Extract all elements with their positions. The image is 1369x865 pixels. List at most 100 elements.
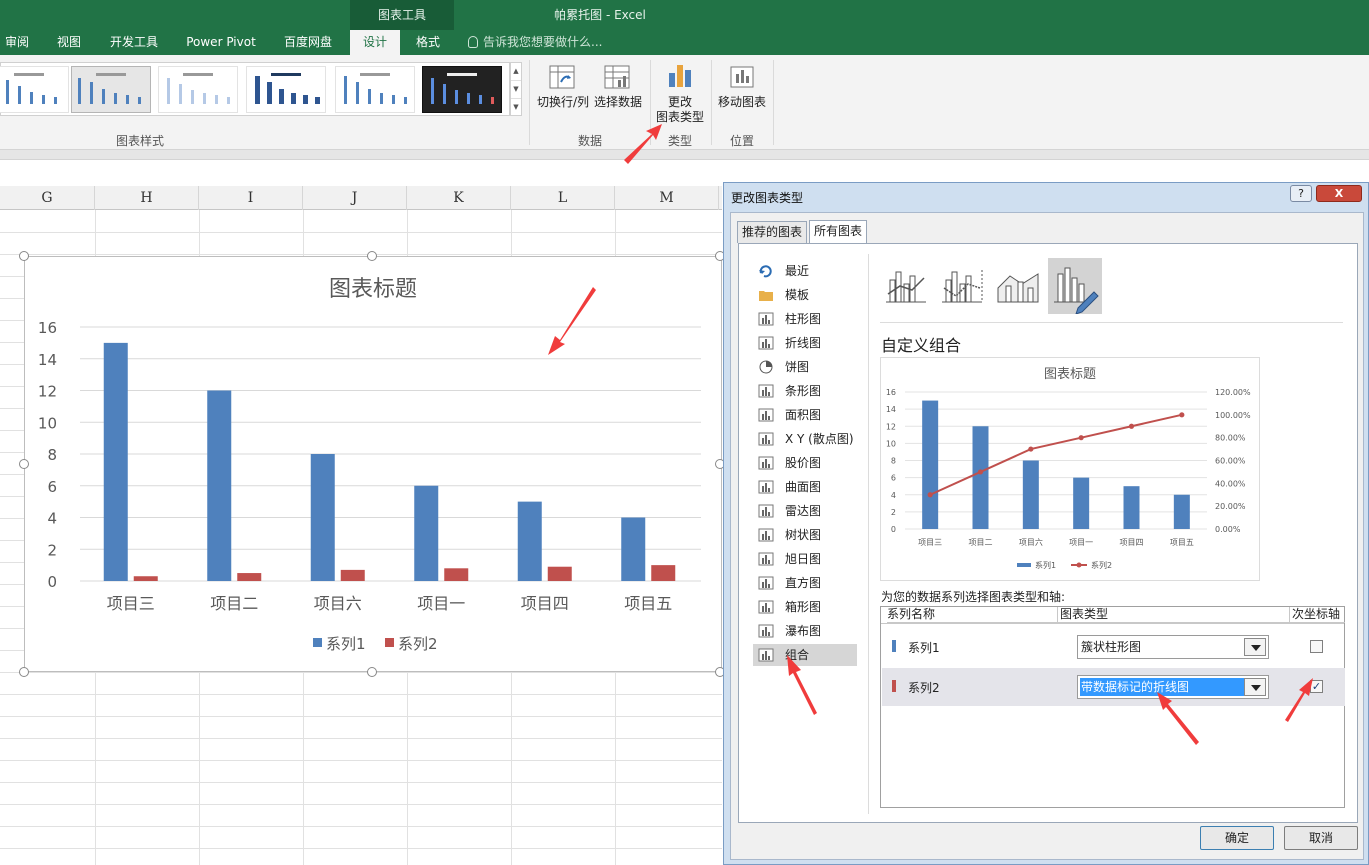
category-最近[interactable]: 最近 — [753, 260, 857, 282]
y-tick-label: 8 — [47, 446, 57, 464]
chart-style-thumb-4[interactable] — [246, 66, 326, 113]
chart-style-thumb-5[interactable] — [335, 66, 415, 113]
preview-y-tick-label: 0 — [891, 525, 896, 534]
series-row[interactable]: 系列1 簇状柱形图 — [882, 628, 1345, 666]
column-header-L[interactable]: L — [511, 186, 615, 210]
secondary-axis-checkbox[interactable]: ✓ — [1310, 680, 1323, 693]
resize-handle[interactable] — [19, 459, 29, 469]
tell-me-text: 告诉我您想要做什么... — [483, 35, 603, 49]
select-data-button[interactable]: 选择数据 — [592, 95, 644, 110]
bar-系列2-项目四 — [547, 566, 572, 581]
category-X Y (散点图)[interactable]: X Y (散点图) — [753, 428, 857, 450]
help-button[interactable]: ? — [1290, 185, 1312, 202]
category-柱形图[interactable]: 柱形图 — [753, 308, 857, 330]
col-secondary-axis: 次坐标轴 — [1289, 607, 1345, 623]
column-header-I[interactable]: I — [199, 186, 303, 210]
column-header-M[interactable]: M — [615, 186, 719, 210]
series-chart-type-select[interactable]: 簇状柱形图 — [1077, 635, 1269, 659]
y-tick-label: 10 — [38, 414, 57, 432]
switch-row-column-button[interactable]: 切换行/列 — [535, 95, 591, 110]
series-chart-type-select[interactable]: 带数据标记的折线图 — [1077, 675, 1269, 699]
chart-tools-context-label: 图表工具 — [350, 0, 454, 30]
gallery-down-icon[interactable]: ▼ — [511, 81, 521, 99]
category-树状图[interactable]: 树状图 — [753, 524, 857, 546]
chart-style-thumb-1[interactable] — [0, 66, 69, 113]
gallery-scroll[interactable]: ▲ ▼ ▼ — [510, 62, 522, 116]
tab-Power Pivot[interactable]: Power Pivot — [176, 30, 266, 55]
gallery-more-icon[interactable]: ▼ — [511, 99, 521, 117]
icon-bar — [768, 536, 770, 540]
resize-handle[interactable] — [19, 251, 29, 261]
lightbulb-icon — [468, 36, 478, 48]
column-header-G[interactable]: G — [0, 186, 95, 210]
cancel-button[interactable]: 取消 — [1284, 826, 1358, 850]
tab-百度网盘[interactable]: 百度网盘 — [274, 30, 342, 55]
category-折线图[interactable]: 折线图 — [753, 332, 857, 354]
resize-handle[interactable] — [19, 667, 29, 677]
resize-handle[interactable] — [367, 251, 377, 261]
preview-y-tick-label: 8 — [891, 457, 896, 466]
ribbon-separator — [773, 60, 774, 145]
switch-row-column-icon — [549, 65, 575, 89]
gallery-up-icon[interactable]: ▲ — [511, 63, 521, 81]
ribbon: ▲ ▼ ▼ 图表样式 切换行/列 选择数据 数据 更改 图表类型 类型 移动图表… — [0, 55, 1369, 150]
tab-开发工具[interactable]: 开发工具 — [100, 30, 168, 55]
change-chart-type-button[interactable]: 更改 图表类型 — [652, 95, 708, 125]
grid-line — [0, 848, 722, 849]
combo-subtype-custom-icon[interactable] — [1048, 258, 1102, 314]
icon-bar — [762, 510, 764, 516]
chart-style-thumb-2[interactable] — [71, 66, 151, 113]
series-name: 系列2 — [908, 681, 940, 695]
column-header-K[interactable]: K — [407, 186, 511, 210]
chart-title[interactable]: 图表标题 — [329, 277, 417, 302]
category-组合[interactable]: 组合 — [753, 644, 857, 666]
category-模板[interactable]: 模板 — [753, 284, 857, 306]
tab-视图[interactable]: 视图 — [44, 30, 94, 55]
bar-系列1-项目三 — [103, 342, 128, 581]
category-雷达图[interactable]: 雷达图 — [753, 500, 857, 522]
bar-系列1-项目五 — [621, 517, 646, 581]
tab-格式[interactable]: 格式 — [405, 30, 451, 55]
chevron-down-icon[interactable] — [1244, 638, 1266, 656]
chevron-down-icon[interactable] — [1244, 678, 1266, 696]
category-箱形图[interactable]: 箱形图 — [753, 596, 857, 618]
column-header-H[interactable]: H — [95, 186, 199, 210]
category-直方图[interactable]: 直方图 — [753, 572, 857, 594]
preview-legend-marker — [1076, 562, 1082, 568]
sheet-chart[interactable]: 图表标题 0 2 4 6 8 10 12 14 16 项目三 项目二 项目六 项目一 项目四 项目五 系列… — [24, 256, 722, 672]
ok-button[interactable]: 确定 — [1200, 826, 1274, 850]
category-股价图[interactable]: 股价图 — [753, 452, 857, 474]
tell-me-search[interactable]: 告诉我您想要做什么... — [468, 30, 602, 55]
category-瀑布图[interactable]: 瀑布图 — [753, 620, 857, 642]
tab-设计[interactable]: 设计 — [350, 30, 400, 55]
waterfall-chart-icon — [758, 624, 774, 638]
move-chart-button[interactable]: 移动图表 — [715, 95, 769, 110]
preview-legend-label: 系列1 — [1035, 560, 1056, 570]
combo-subtype-column-line-icon[interactable] — [880, 258, 934, 314]
preview-x-tick-label: 项目五 — [1170, 538, 1194, 547]
tab-all-charts[interactable]: 所有图表 — [809, 220, 868, 243]
tab-审阅[interactable]: 审阅 — [0, 30, 34, 55]
chart-styles-gallery[interactable] — [0, 62, 510, 116]
category-饼图[interactable]: 饼图 — [753, 356, 857, 378]
category-旭日图[interactable]: 旭日图 — [753, 548, 857, 570]
combo-subtype-area-column-icon[interactable] — [992, 258, 1046, 314]
secondary-axis-checkbox[interactable] — [1310, 640, 1323, 653]
column-headers: GHIJKLM — [0, 186, 722, 210]
preview-line-series — [929, 413, 1183, 496]
icon-bar — [765, 435, 767, 444]
category-曲面图[interactable]: 曲面图 — [753, 476, 857, 498]
icon-bar — [765, 603, 767, 612]
combo-subtype-column-line-secondary-icon[interactable] — [936, 258, 990, 314]
chart-style-thumb-6[interactable] — [422, 66, 502, 113]
category-面积图[interactable]: 面积图 — [753, 404, 857, 426]
y-tick-label: 16 — [38, 319, 57, 337]
icon-bar — [768, 584, 770, 588]
column-header-J[interactable]: J — [303, 186, 407, 210]
resize-handle[interactable] — [367, 667, 377, 677]
series-row[interactable]: 系列2 带数据标记的折线图 ✓ — [882, 668, 1345, 706]
close-button[interactable]: X — [1316, 185, 1362, 202]
chart-style-thumb-3[interactable] — [158, 66, 238, 113]
category-条形图[interactable]: 条形图 — [753, 380, 857, 402]
tab-recommended-charts[interactable]: 推荐的图表 — [737, 221, 808, 243]
